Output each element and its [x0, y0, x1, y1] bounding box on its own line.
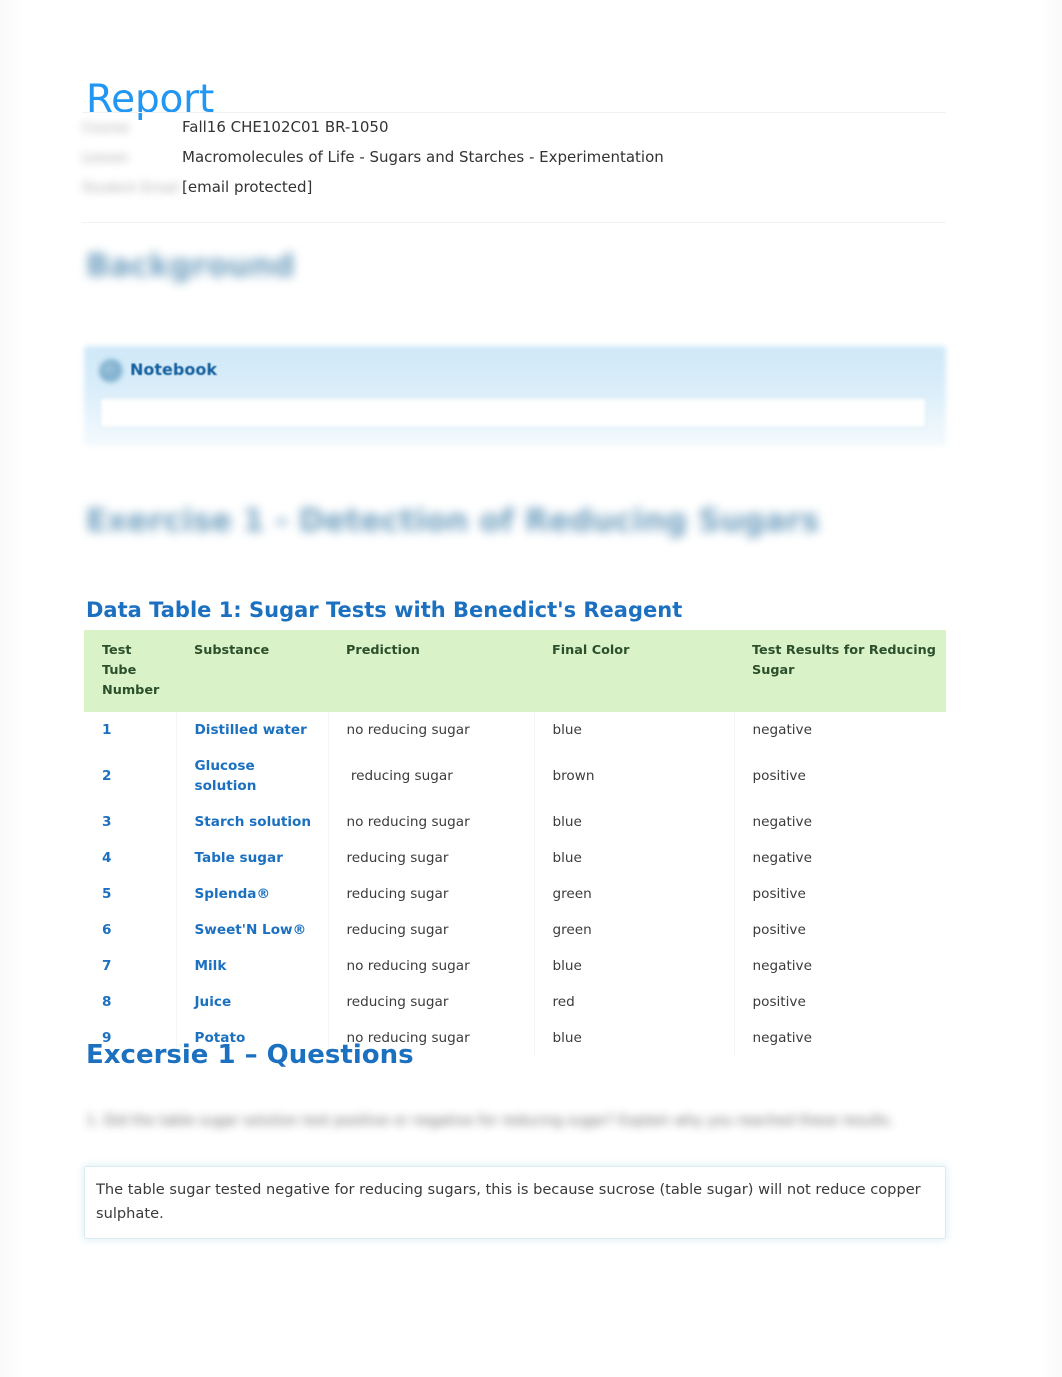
cell-prediction: reducing sugar [328, 840, 535, 876]
cell-prediction: no reducing sugar [328, 948, 535, 984]
cell-substance: Starch solution [176, 804, 329, 840]
cell-substance: Splenda® [176, 876, 329, 912]
cell-final-color: blue [534, 804, 735, 840]
meta-value-student-email: [email protected] [182, 178, 313, 196]
notebook-panel: Notebook [84, 346, 946, 446]
table-row: 3 Starch solution no reducing sugar blue… [84, 804, 946, 840]
data-table-1-body: 1 Distilled water no reducing sugar blue… [84, 712, 946, 1056]
col-header-test-tube-number: Test Tube Number [84, 630, 176, 712]
table-row: 8 Juice reducing sugar red positive [84, 984, 946, 1020]
cell-substance: Sweet'N Low® [176, 912, 329, 948]
cell-result: positive [752, 994, 806, 1010]
cell-final-color: blue [534, 1020, 735, 1056]
section-heading-questions: Excersie 1 – Questions [86, 1040, 414, 1070]
table-row: 5 Splenda® reducing sugar green positive [84, 876, 946, 912]
cell-number: 1 [84, 712, 177, 748]
meta-row-student-email: Student Email [email protected] [82, 172, 946, 202]
question-1-text: 1. Did the table sugar solution test pos… [86, 1113, 894, 1129]
cell-prediction: no reducing sugar [328, 804, 535, 840]
meta-bottom-rule [82, 222, 946, 223]
cell-substance: Juice [176, 984, 329, 1020]
cell-result: positive [752, 768, 806, 784]
cell-final-color: red [534, 984, 735, 1020]
cell-result: negative [752, 1030, 812, 1046]
table-row: 4 Table sugar reducing sugar blue negati… [84, 840, 946, 876]
cell-number: 4 [84, 840, 177, 876]
report-meta-block: Course Fall16 CHE102C01 BR-1050 Lesson M… [82, 112, 946, 202]
table-row: 1 Distilled water no reducing sugar blue… [84, 712, 946, 748]
col-header-prediction: Prediction [328, 630, 534, 712]
notebook-circle-icon [99, 359, 123, 383]
data-table-1-title: Data Table 1: Sugar Tests with Benedict'… [86, 598, 683, 622]
table-header-row: Test Tube Number Substance Prediction Fi… [84, 630, 946, 712]
meta-row-lesson: Lesson Macromolecules of Life - Sugars a… [82, 142, 946, 172]
cell-final-color: blue [534, 712, 735, 748]
cell-number: 2 [84, 748, 177, 804]
notebook-input[interactable] [100, 398, 926, 428]
cell-number: 8 [84, 984, 177, 1020]
cell-number: 7 [84, 948, 177, 984]
cell-substance: Table sugar [176, 840, 329, 876]
cell-prediction: reducing sugar [328, 984, 535, 1020]
cell-result: negative [752, 722, 812, 738]
cell-number: 6 [84, 912, 177, 948]
cell-substance: Distilled water [176, 712, 329, 748]
data-table-1-head: Test Tube Number Substance Prediction Fi… [84, 630, 946, 712]
cell-prediction: reducing sugar [328, 876, 535, 912]
cell-final-color: brown [534, 748, 735, 804]
meta-label-lesson: Lesson [82, 150, 129, 166]
cell-prediction: reducing sugar [328, 912, 535, 948]
data-table-1: Test Tube Number Substance Prediction Fi… [84, 630, 946, 1056]
notebook-label: Notebook [130, 360, 217, 379]
col-header-substance: Substance [176, 630, 328, 712]
cell-final-color: green [534, 912, 735, 948]
col-header-test-results: Test Results for Reducing Sugar [734, 630, 946, 712]
table-row: 6 Sweet'N Low® reducing sugar green posi… [84, 912, 946, 948]
meta-label-student-email: Student Email [82, 180, 180, 196]
cell-prediction: no reducing sugar [328, 712, 535, 748]
col-header-final-color: Final Color [534, 630, 734, 712]
meta-label-course: Course [82, 120, 130, 136]
table-row: 2 Glucose solution reducing sugar brown … [84, 748, 946, 804]
section-heading-background: Background [86, 248, 295, 284]
cell-result: positive [752, 886, 806, 902]
cell-result: negative [752, 958, 812, 974]
cell-substance: Glucose solution [176, 748, 329, 804]
cell-final-color: blue [534, 948, 735, 984]
cell-final-color: green [534, 876, 735, 912]
page-edge-shading-left [0, 0, 24, 1377]
meta-value-course: Fall16 CHE102C01 BR-1050 [182, 118, 389, 136]
answer-1-box[interactable]: The table sugar tested negative for redu… [84, 1166, 946, 1239]
cell-final-color: blue [534, 840, 735, 876]
cell-result: negative [752, 850, 812, 866]
table-row: 7 Milk no reducing sugar blue negative [84, 948, 946, 984]
cell-result: negative [752, 814, 812, 830]
cell-prediction: reducing sugar [328, 748, 535, 804]
cell-number: 3 [84, 804, 177, 840]
cell-result: positive [752, 922, 806, 938]
meta-row-course: Course Fall16 CHE102C01 BR-1050 [82, 112, 946, 142]
cell-substance: Milk [176, 948, 329, 984]
section-heading-exercise-1: Exercise 1 - Detection of Reducing Sugar… [86, 503, 820, 539]
page-edge-shading-right [1038, 0, 1062, 1377]
cell-number: 5 [84, 876, 177, 912]
data-table-1-wrapper: Test Tube Number Substance Prediction Fi… [84, 630, 946, 1056]
meta-value-lesson: Macromolecules of Life - Sugars and Star… [182, 148, 664, 166]
report-page: Report Course Fall16 CHE102C01 BR-1050 L… [0, 0, 1062, 1377]
